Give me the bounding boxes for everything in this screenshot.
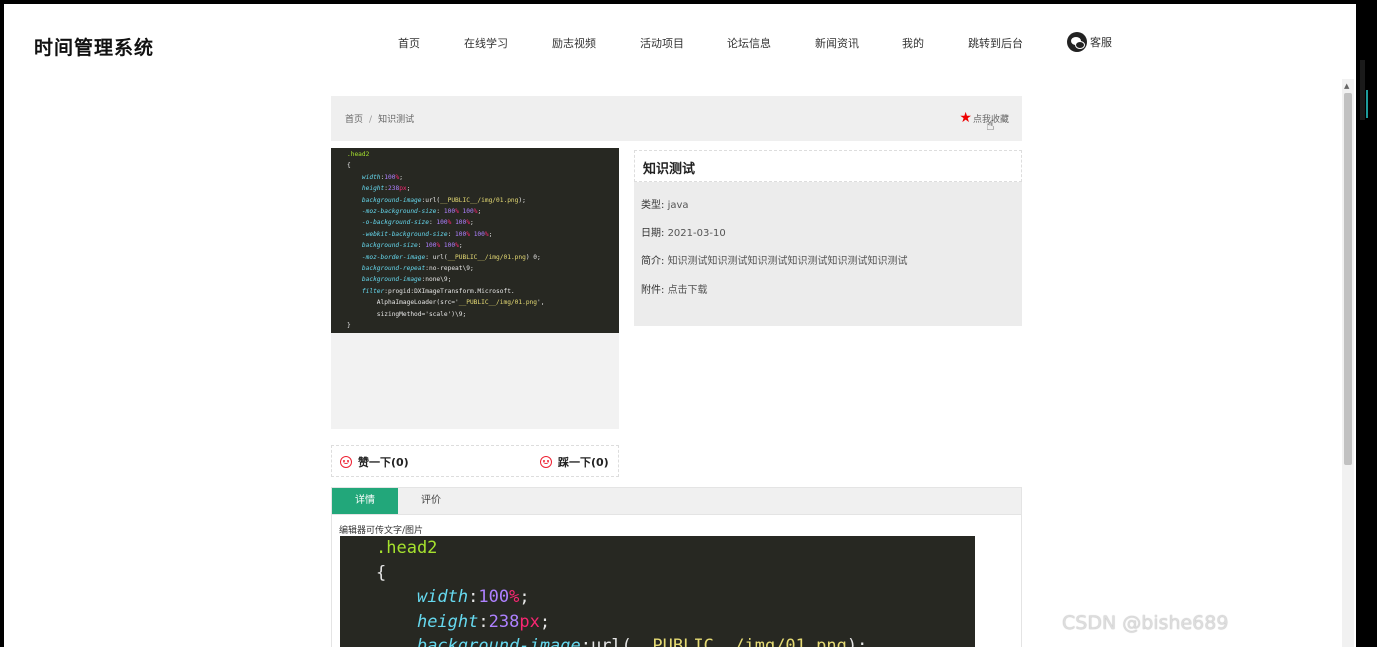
breadcrumb-separator: / — [369, 115, 373, 125]
date-label: 日期: — [641, 228, 665, 239]
breadcrumb: 首页 / 知识测试 — [345, 112, 414, 125]
intro-label: 简介: — [641, 256, 665, 267]
like-label: 赞一下(0) — [358, 456, 409, 469]
cover-code-line: -moz-background-size: 100% 100%; — [361, 208, 482, 216]
breadcrumb-bar: 首页 / 知识测试 ★ 点我收藏 — [331, 96, 1022, 141]
detail-code-line: .head2 — [376, 538, 438, 558]
dislike-label: 踩一下(0) — [558, 456, 609, 469]
mouse-cursor-icon: ☝ — [986, 118, 995, 134]
cover-code-line: AlphaImageLoader(src='__PUBLIC__/img/01.… — [347, 299, 545, 307]
nav-item-admin[interactable]: 跳转到后台 — [968, 35, 1023, 51]
site-title[interactable]: 时间管理系统 — [34, 33, 154, 60]
info-intro-row: 简介: 知识测试知识测试知识测试知识测试知识测试知识测试 — [641, 252, 908, 267]
scrollbar-thumb[interactable] — [1344, 93, 1352, 465]
cover-code-line: .head2 — [347, 151, 370, 158]
tab-reviews[interactable]: 评价 — [398, 488, 464, 514]
cover-code-line: -moz-border-image: url(__PUBLIC__/img/01… — [361, 253, 541, 261]
detail-content: 编辑器可传文字/图片 .head2 { width:100%; height:23… — [331, 515, 1022, 647]
info-attachment-row: 附件: 点击下载 — [641, 281, 708, 296]
cover-code-line: background-image:url(__PUBLIC__/img/01.p… — [361, 196, 526, 204]
attachment-download-link[interactable]: 点击下载 — [668, 285, 708, 296]
like-button[interactable]: 赞一下(0) — [340, 454, 409, 470]
window-edge-marker — [1366, 90, 1368, 118]
date-value: 2021-03-10 — [667, 228, 726, 239]
cover-code-line: background-size: 100% 100%; — [361, 242, 463, 250]
detail-code-line: background-image:url(__PUBLIC__/img/01.p… — [416, 636, 868, 647]
cover-code-line: width:100%; — [361, 173, 403, 181]
favorite-button[interactable]: ★ 点我收藏 — [959, 110, 1009, 126]
type-value: java — [667, 200, 689, 211]
cover-code-line: -webkit-background-size: 100% 100%; — [361, 230, 493, 238]
cover-code-line: } — [347, 322, 351, 330]
info-panel: 知识测试 类型: java 日期: 2021-03-10 简介: 知识测试知识测… — [634, 150, 1022, 326]
scroll-up-icon[interactable]: ▲ — [1344, 82, 1349, 90]
nav-item-forum[interactable]: 论坛信息 — [727, 35, 771, 51]
detail-code-line: height:238px; — [416, 611, 551, 632]
customer-service[interactable]: 客服 — [1067, 32, 1112, 52]
csdn-watermark: CSDN @bishe689 — [1062, 612, 1229, 634]
detail-code-image: .head2 { width:100%; height:238px; backgr… — [340, 536, 975, 647]
nav-item-news[interactable]: 新闻资讯 — [815, 35, 859, 51]
vote-bar: 赞一下(0) 踩一下(0) — [331, 445, 619, 477]
cover-code-line: filter:progid:DXImageTransform.Microsoft… — [361, 287, 515, 295]
item-cover-image: .head2 { width:100%; height:238px; backgr… — [331, 148, 619, 333]
smile-icon — [540, 456, 552, 468]
cover-code-line: -o-background-size: 100% 100%; — [361, 219, 474, 227]
breadcrumb-home[interactable]: 首页 — [345, 115, 363, 125]
tab-details[interactable]: 详情 — [332, 488, 398, 514]
cover-code-line: background-repeat:no-repeat\9; — [361, 265, 474, 273]
nav-item-online-learning[interactable]: 在线学习 — [464, 35, 508, 51]
nav-item-home[interactable]: 首页 — [398, 35, 420, 51]
smile-icon — [340, 456, 352, 468]
detail-code-line: { — [376, 562, 387, 583]
info-type-row: 类型: java — [641, 196, 689, 211]
detail-code-line: width:100%; — [416, 587, 530, 607]
wechat-icon — [1067, 32, 1087, 52]
nav-item-mine[interactable]: 我的 — [902, 35, 924, 51]
nav-item-motivational-videos[interactable]: 励志视频 — [552, 35, 596, 51]
detail-tabs: 详情 评价 — [331, 487, 1022, 515]
page-viewport: 时间管理系统 首页 在线学习 励志视频 活动项目 论坛信息 新闻资讯 我的 跳转… — [4, 4, 1356, 647]
type-label: 类型: — [641, 200, 665, 211]
cover-code-line: sizingMethod='scale')\9; — [347, 310, 467, 318]
breadcrumb-current: 知识测试 — [378, 115, 415, 125]
window-edge — [1360, 60, 1365, 120]
attachment-label: 附件: — [641, 285, 665, 296]
intro-value: 知识测试知识测试知识测试知识测试知识测试知识测试 — [667, 256, 908, 267]
customer-service-label: 客服 — [1090, 36, 1112, 49]
info-date-row: 日期: 2021-03-10 — [641, 224, 726, 239]
cover-code-line: background-image:none\9; — [361, 276, 452, 284]
vertical-scrollbar[interactable]: ▲ — [1342, 79, 1354, 647]
image-placeholder-area — [331, 333, 619, 429]
cover-code-line: { — [347, 162, 351, 170]
cover-code-line: height:238px; — [361, 185, 411, 193]
info-title: 知识测试 — [634, 150, 1022, 182]
nav-item-activities[interactable]: 活动项目 — [640, 35, 684, 51]
dislike-button[interactable]: 踩一下(0) — [540, 454, 609, 470]
star-icon: ★ — [959, 110, 972, 126]
editor-note: 编辑器可传文字/图片 — [339, 526, 424, 536]
